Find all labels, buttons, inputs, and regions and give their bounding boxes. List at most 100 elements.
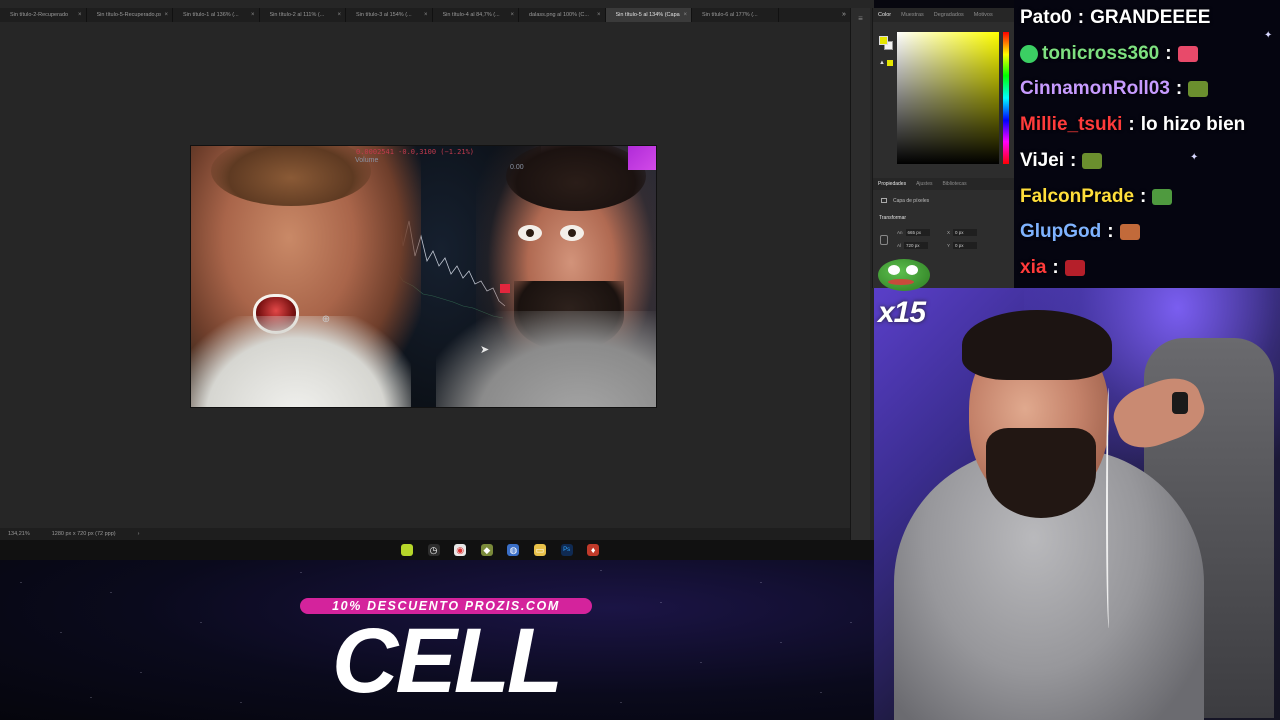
transform-section-label[interactable]: Transformar <box>879 215 906 221</box>
star-icon: · <box>620 700 622 706</box>
frog-eye-right <box>906 265 918 275</box>
status-arrow-icon[interactable]: › <box>138 531 140 537</box>
tab-overflow-button[interactable]: » <box>838 8 850 22</box>
app-icon[interactable]: ◆ <box>480 544 493 556</box>
chat-username[interactable]: tonicross360 <box>1042 39 1159 69</box>
close-icon[interactable]: × <box>164 12 168 18</box>
link-icon[interactable] <box>880 235 888 245</box>
android-icon[interactable] <box>401 544 413 556</box>
height-input[interactable]: 720 px <box>904 242 929 249</box>
chat-username[interactable]: FalconPrade <box>1020 182 1134 212</box>
chat-separator: : <box>1165 43 1172 64</box>
tab-gradients[interactable]: Degradados <box>929 8 969 22</box>
chat-username[interactable]: xia <box>1020 253 1046 283</box>
zoom-icon: ⊕ <box>321 314 331 325</box>
chat-text: GRANDEEEE <box>1090 7 1211 28</box>
document-tab[interactable]: Sin título-4 al 84,7% (... × <box>433 8 519 22</box>
star-icon: ✦ <box>1264 30 1273 41</box>
tab-patterns[interactable]: Motivos <box>969 8 998 22</box>
hue-slider[interactable] <box>1003 32 1009 164</box>
chat-separator: : <box>1128 114 1135 135</box>
smartwatch <box>1172 392 1188 414</box>
chart-volume-label: Volume <box>355 157 379 164</box>
chat-username[interactable]: GlupGod <box>1020 217 1101 247</box>
document-tab[interactable]: Sin título-2-Recuperado × <box>0 8 87 22</box>
star-icon: · <box>820 690 822 696</box>
y-label: Y <box>947 243 951 248</box>
y-field: Y0 px <box>947 242 978 249</box>
close-icon[interactable]: × <box>251 12 255 18</box>
app2-icon[interactable]: ♦ <box>587 544 600 556</box>
star-icon: · <box>600 568 602 574</box>
chat-username[interactable]: CinnamonRoll03 <box>1020 74 1170 104</box>
tab-libraries[interactable]: Bibliotecas <box>937 178 971 190</box>
x-field: X0 px <box>947 229 978 236</box>
globe-icon[interactable]: ◍ <box>507 544 520 556</box>
chat-message: tonicross360: <box>1020 39 1198 69</box>
chat-separator: : <box>1077 7 1085 28</box>
web-safe-swatch[interactable] <box>887 60 893 66</box>
document-tab-label: Sin título-5 al 134% (Capa 2, RGB/8#) * <box>615 12 681 18</box>
y-input[interactable]: 0 px <box>953 242 978 249</box>
panel-collapse-icon[interactable]: ≡ <box>856 14 866 24</box>
chrome-icon[interactable]: ◉ <box>454 544 467 556</box>
chat-separator: : <box>1070 150 1077 171</box>
zoom-level[interactable]: 134,21% <box>8 531 30 537</box>
frog-eye-left <box>888 265 900 275</box>
document-tab[interactable]: dalass.png al 100% (C... × <box>519 8 606 22</box>
chat-emote-icon <box>1152 189 1173 205</box>
chat-message: Pato0: GRANDEEEE <box>1020 3 1210 33</box>
properties-tabs: Propiedades Ajustes Bibliotecas <box>873 178 1015 190</box>
color-picker-field[interactable] <box>897 32 999 164</box>
streamer-hair <box>962 310 1112 380</box>
color-properties-panel: Color Muestras Degradados Motivos ▲ Prop… <box>872 8 1015 288</box>
stream-chat: ✦ ✦ Pato0: GRANDEEEE tonicross360: Cinnamon… <box>1014 0 1280 288</box>
chart-ticker: 0.0002541 -0.0,3100 (−1.21%) <box>356 148 475 156</box>
folder-icon[interactable]: ▭ <box>534 544 546 556</box>
photoshop-icon[interactable]: Ps <box>560 544 573 556</box>
chat-username[interactable]: ViJei <box>1020 146 1064 176</box>
layer-type-label: Capa de píxeles <box>893 198 930 204</box>
tab-properties[interactable]: Propiedades <box>873 178 911 190</box>
height-label: Al <box>897 243 902 248</box>
pixel-layer-icon <box>881 198 887 203</box>
clock-icon[interactable]: ◷ <box>427 544 440 556</box>
tab-color[interactable]: Color <box>873 8 896 22</box>
document-tab[interactable]: Sin título-5-Recuperado.psd × <box>87 8 173 22</box>
star-icon: · <box>660 600 662 606</box>
document-tab-label: Sin título-2 al 111% (... <box>269 12 325 18</box>
chat-message: xia: <box>1020 253 1085 283</box>
width-input[interactable]: 665 px <box>905 229 930 236</box>
document-size: 1280 px x 720 px (72 ppp) <box>51 531 116 537</box>
close-icon[interactable]: × <box>597 12 601 18</box>
star-icon: · <box>700 660 702 666</box>
taskbar: ◷ ◉ ◆ ◍ ▭ Ps ♦ <box>0 540 874 560</box>
chat-separator: : <box>1107 221 1114 242</box>
chat-badge-icon <box>1020 45 1038 63</box>
foreground-color-swatch[interactable] <box>879 36 888 45</box>
close-icon[interactable]: × <box>424 12 428 18</box>
chat-emote-icon <box>1177 46 1198 62</box>
thumbnail-image[interactable]: 0.0002541 -0.0,3100 (−1.21%) Volume 0.00… <box>190 145 657 408</box>
close-icon[interactable]: × <box>683 12 687 18</box>
webcam-feed <box>874 288 1280 720</box>
chat-emote-icon <box>1188 81 1209 97</box>
chat-username[interactable]: Pato0 <box>1020 3 1072 33</box>
chat-username[interactable]: Millie_tsuki <box>1020 110 1122 140</box>
tab-adjustments[interactable]: Ajustes <box>911 178 937 190</box>
close-icon[interactable]: × <box>78 12 82 18</box>
document-tab[interactable]: Sin título-5 al 134% (Capa 2, RGB/8#) *× <box>605 8 692 22</box>
close-icon[interactable]: × <box>510 12 514 18</box>
document-tab[interactable]: Sin título-1 al 136% (... × <box>173 8 260 22</box>
right-person-eye-left <box>518 225 542 241</box>
document-tab[interactable]: Sin título-6 al 177% (... <box>692 8 779 22</box>
x-input[interactable]: 0 px <box>953 229 978 236</box>
chat-message: ViJei: <box>1020 146 1103 176</box>
price-tag <box>500 284 510 293</box>
document-tab[interactable]: Sin título-3 al 154% (... × <box>346 8 433 22</box>
document-tab-label: dalass.png al 100% (C... <box>529 12 589 18</box>
document-tab[interactable]: Sin título-2 al 111% (... × <box>260 8 346 22</box>
close-icon[interactable]: × <box>337 12 341 18</box>
photoshop-window: Sin título-2-Recuperado × Sin título-5-Rec… <box>0 0 874 540</box>
tab-swatches[interactable]: Muestras <box>896 8 929 22</box>
